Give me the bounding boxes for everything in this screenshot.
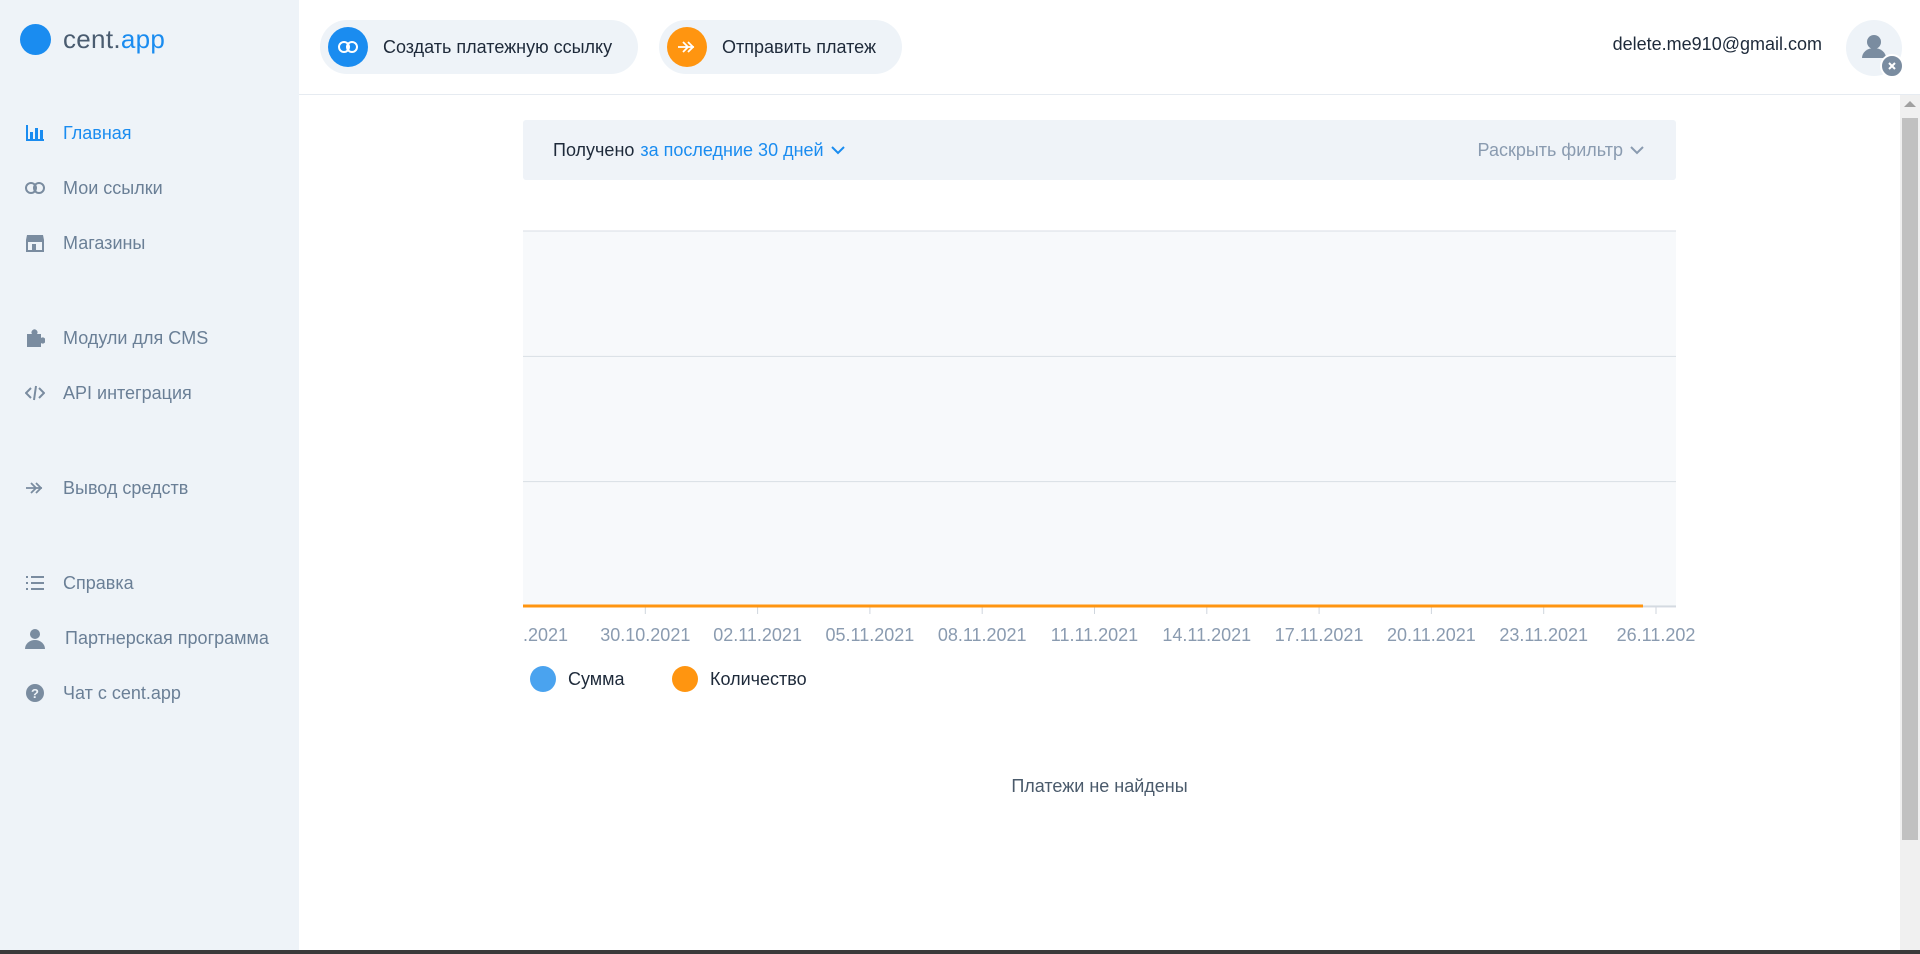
x-tick-label: 26.11.202 — [1617, 625, 1696, 645]
legend-item-sum[interactable]: Сумма — [530, 666, 625, 692]
legend-marker — [672, 666, 698, 692]
x-tick-label: 17.11.2021 — [1275, 625, 1364, 645]
legend-label: Количество — [710, 668, 807, 689]
x-tick-label: 20.11.2021 — [1387, 625, 1476, 645]
chart: .2021 30.10.2021 02.11.2021 05.11.2021 08.11… — [523, 230, 1696, 645]
x-tick-label: 30.10.2021 — [600, 625, 690, 645]
x-tick-label: 08.11.2021 — [938, 625, 1027, 645]
x-tick-label: 02.11.2021 — [713, 625, 802, 645]
scrollbar[interactable] — [1900, 95, 1920, 950]
empty-state-message: Платежи не найдены — [1011, 776, 1188, 796]
x-tick-label: .2021 — [523, 625, 568, 645]
x-tick-label: 11.11.2021 — [1051, 625, 1138, 645]
legend-label: Сумма — [568, 668, 625, 689]
x-tick-label: 05.11.2021 — [826, 625, 915, 645]
scroll-up-icon[interactable] — [1904, 101, 1916, 107]
x-tick-label: 23.11.2021 — [1499, 625, 1588, 645]
window-bottom-edge — [0, 950, 1920, 954]
legend-item-count[interactable]: Количество — [672, 666, 807, 692]
scrollbar-thumb[interactable] — [1902, 118, 1918, 840]
x-tick-label: 14.11.2021 — [1162, 625, 1251, 645]
legend-marker — [530, 666, 556, 692]
